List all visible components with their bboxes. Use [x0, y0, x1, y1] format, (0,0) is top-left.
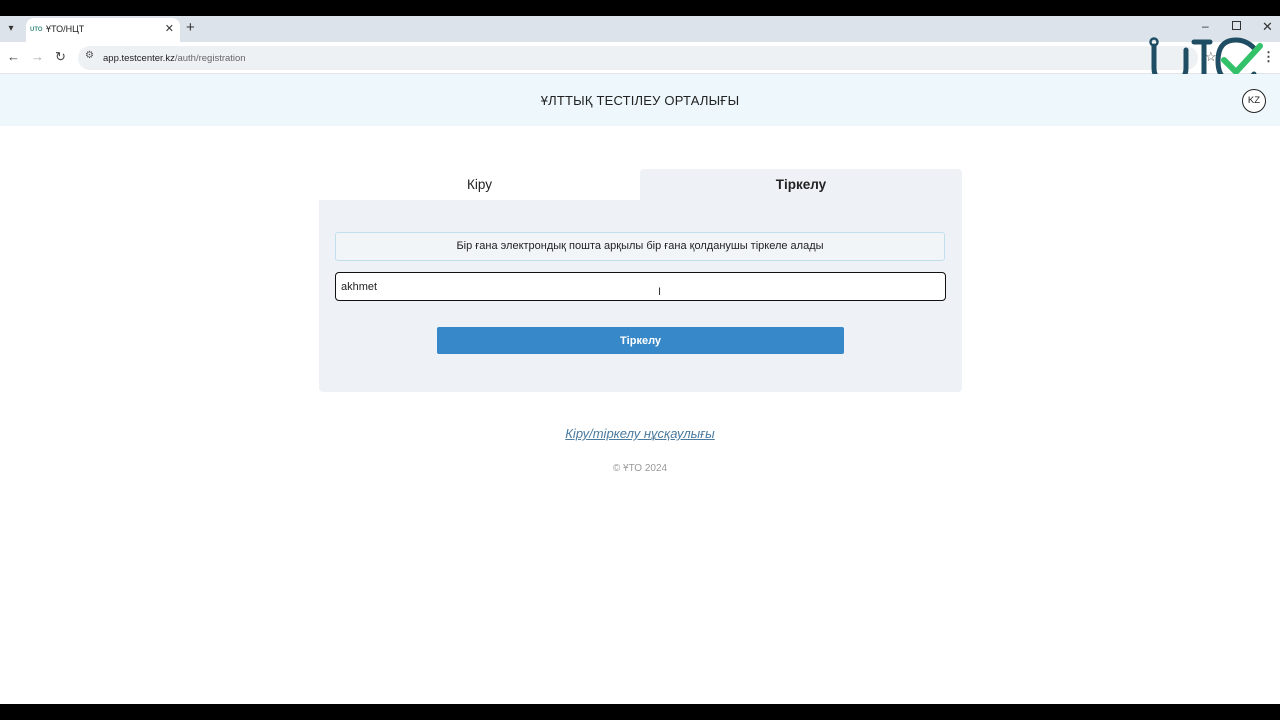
language-switch-button[interactable]: KZ	[1242, 89, 1266, 113]
window-close-icon[interactable]: ✕	[1262, 19, 1273, 35]
browser-window: ▾ UTO ҰТО/НЦТ ✕ + – ✕ ← → ↻ ⚙ app.testce…	[0, 16, 1280, 704]
site-header: ҰЛТТЫҚ ТЕСТІЛЕУ ОРТАЛЫҒЫ KZ	[0, 74, 1280, 126]
forward-icon[interactable]: →	[31, 49, 44, 64]
url-text[interactable]: app.testcenter.kz/auth/registration	[103, 53, 246, 64]
browser-toolbar: ← → ↻ ⚙ app.testcenter.kz/auth/registrat…	[0, 42, 1280, 74]
tab-login[interactable]: Кіру	[319, 169, 640, 200]
url-path: /auth/registration	[174, 53, 246, 64]
page-title: ҰЛТТЫҚ ТЕСТІЛЕУ ОРТАЛЫҒЫ	[540, 93, 740, 108]
auth-card: Кіру Тіркелу Бір ғана электрондық пошта …	[319, 169, 962, 392]
text-cursor-icon: I	[658, 286, 662, 298]
browser-tab[interactable]: UTO ҰТО/НЦТ ✕	[26, 18, 180, 42]
tab-close-icon[interactable]: ✕	[165, 22, 174, 35]
info-notice: Бір ғана электрондық пошта арқылы бір ға…	[335, 232, 945, 261]
url-host: app.testcenter.kz	[103, 53, 175, 64]
register-button[interactable]: Тіркелу	[437, 327, 844, 354]
tab-title: ҰТО/НЦТ	[46, 24, 85, 34]
back-icon[interactable]: ←	[7, 49, 20, 64]
address-bar[interactable]: ⚙ app.testcenter.kz/auth/registration	[78, 46, 1198, 70]
new-tab-icon[interactable]: +	[186, 19, 195, 36]
restore-icon[interactable]	[1232, 21, 1241, 30]
reload-icon[interactable]: ↻	[55, 49, 66, 65]
minimize-icon[interactable]: –	[1202, 19, 1209, 33]
tab-register[interactable]: Тіркелу	[640, 169, 962, 200]
tab-strip: ▾ UTO ҰТО/НЦТ ✕ + – ✕	[0, 16, 1280, 42]
email-field[interactable]	[335, 272, 946, 301]
page-content: ҰЛТТЫҚ ТЕСТІЛЕУ ОРТАЛЫҒЫ KZ Кіру Тіркелу…	[0, 74, 1280, 704]
registration-form: Бір ғана электрондық пошта арқылы бір ға…	[319, 200, 962, 392]
tab-search-icon[interactable]: ▾	[3, 21, 19, 37]
copyright-text: © ҰТО 2024	[612, 463, 668, 474]
instructions-link[interactable]: Кіру/тіркелу нұсқаулығы	[0, 426, 1280, 441]
site-info-icon[interactable]: ⚙	[85, 50, 94, 61]
site-favicon-icon: UTO	[30, 27, 43, 33]
